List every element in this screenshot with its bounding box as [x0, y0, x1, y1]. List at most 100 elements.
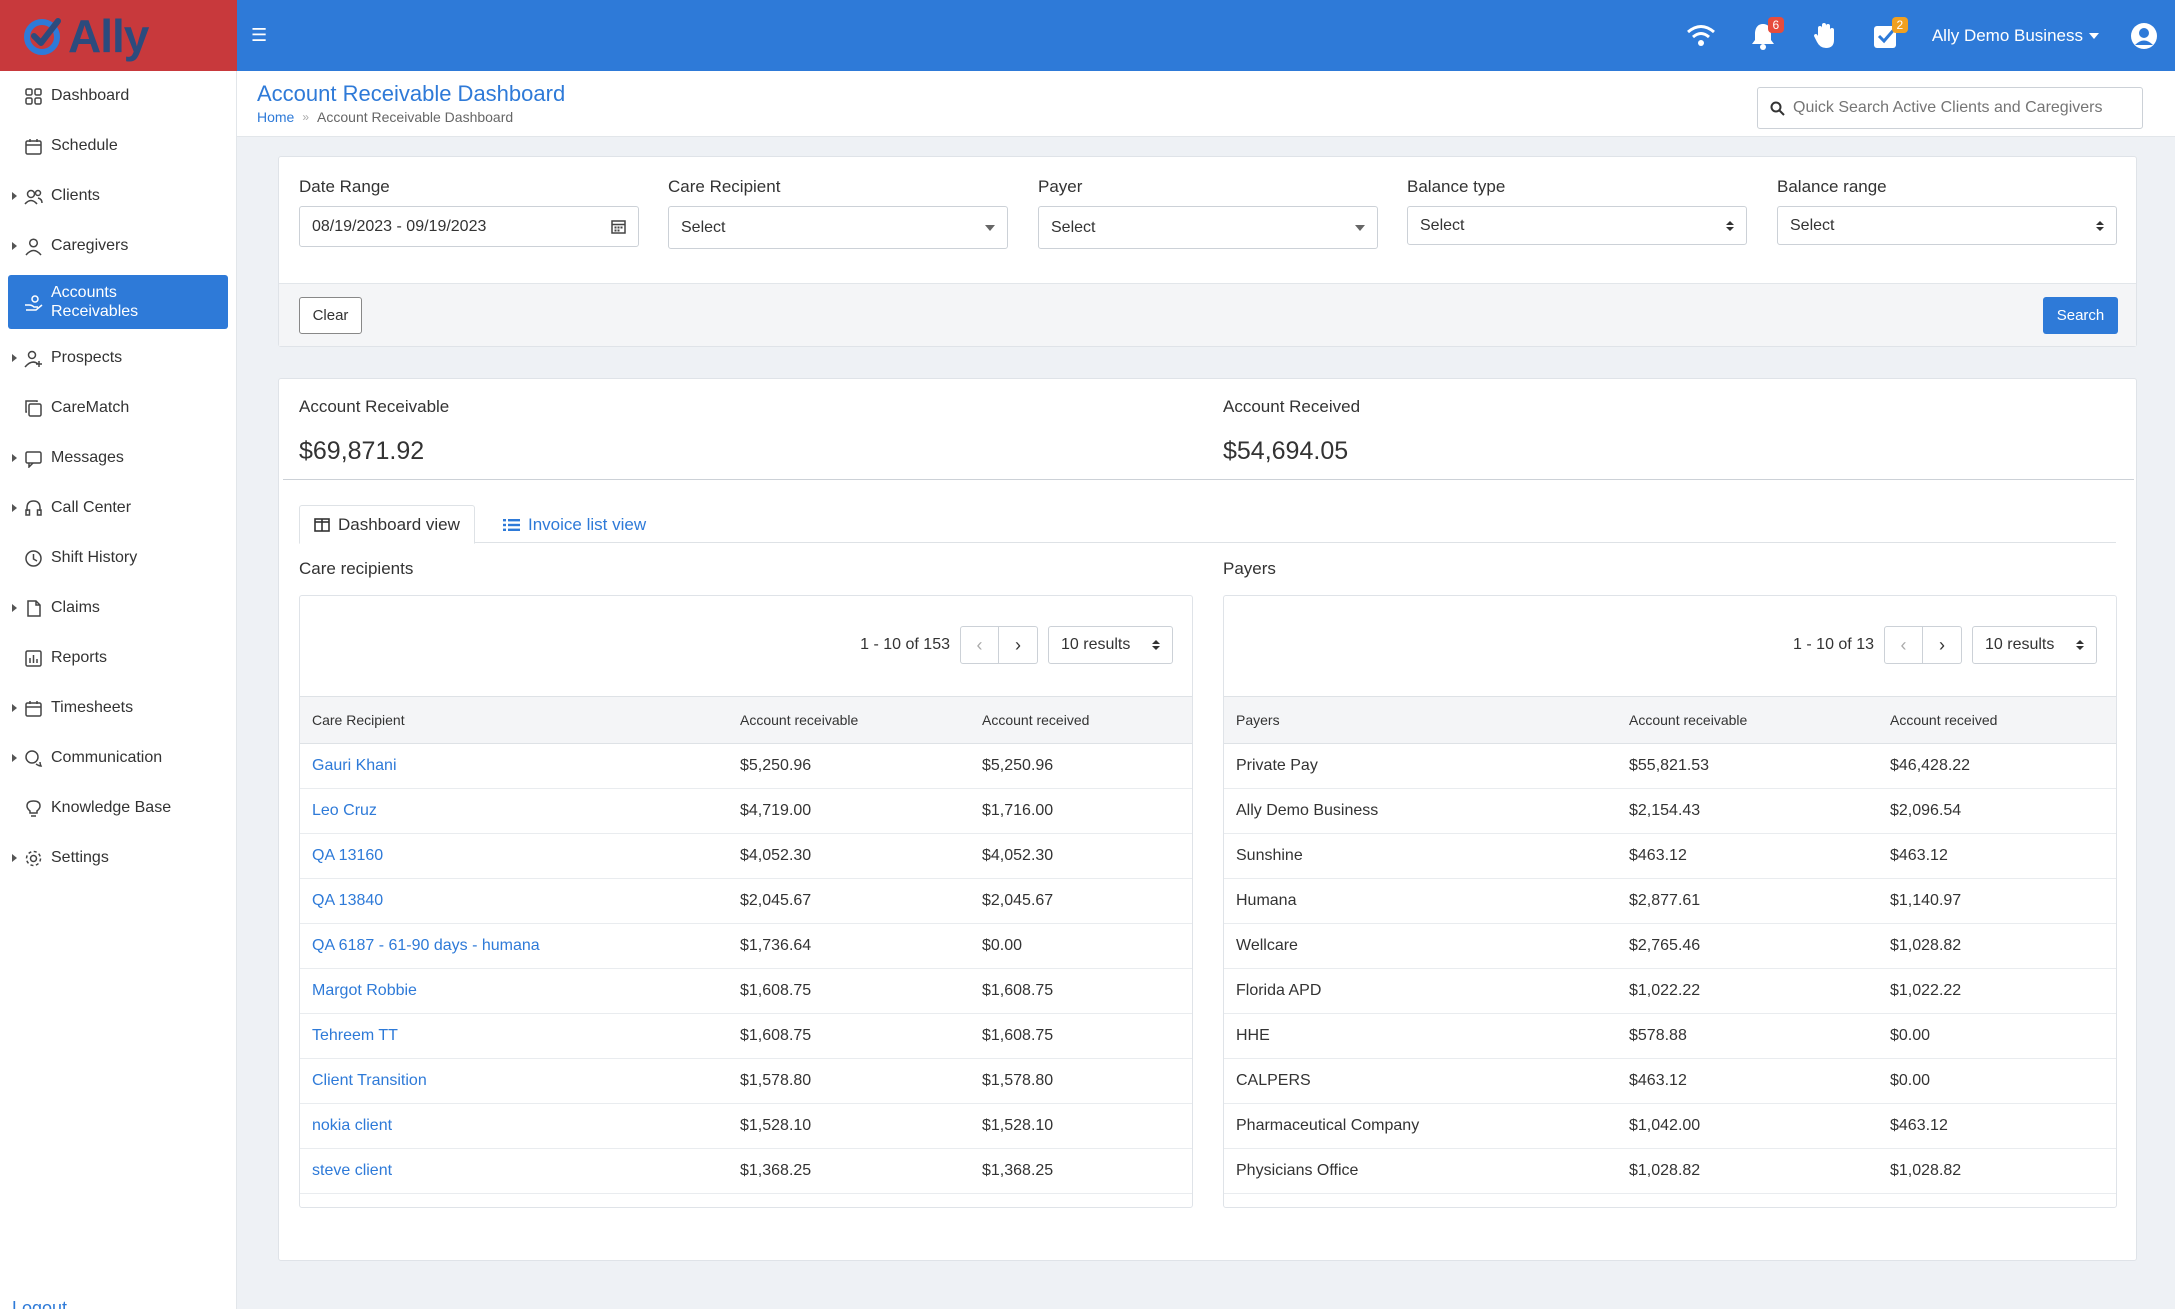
search-button[interactable]: Search	[2043, 297, 2118, 334]
care-recipient-link[interactable]: Client Transition	[300, 1058, 728, 1104]
sidebar-item-prospects[interactable]: Prospects	[0, 333, 236, 383]
payer-name: Physicians Office	[1224, 1148, 1617, 1194]
columns-icon	[314, 517, 330, 532]
caret-right-icon	[12, 604, 17, 612]
received-cell: $1,716.00	[970, 788, 1192, 834]
logout-link[interactable]: Logout	[12, 1298, 67, 1309]
sidebar-item-label: Shift History	[51, 549, 138, 566]
breadcrumb-home-link[interactable]: Home	[257, 109, 294, 125]
sidebar-item-label: Schedule	[51, 137, 118, 154]
sidebar-item-label: Knowledge Base	[51, 799, 172, 816]
table-row: nokia client $1,528.10 $1,528.10	[300, 1103, 1192, 1149]
table-row: Client Transition $1,578.80 $1,578.80	[300, 1058, 1192, 1104]
receivable-cell: $463.12	[1617, 833, 1878, 879]
chevron-down-icon	[2089, 32, 2099, 39]
receivable-cell: $1,528.10	[728, 1103, 970, 1149]
column-header: Account received	[1878, 696, 2116, 744]
sidebar-item-label: Call Center	[51, 499, 132, 516]
care-recipient-link[interactable]: nokia client	[300, 1103, 728, 1149]
calendar-icon[interactable]	[611, 219, 626, 234]
date-range-label: Date Range	[299, 177, 390, 196]
menu-toggle-icon[interactable]: ☰	[251, 25, 267, 46]
sidebar-item-reports[interactable]: Reports	[0, 633, 236, 683]
prev-page-button[interactable]: ‹	[1884, 626, 1923, 664]
date-range-input[interactable]: 08/19/2023 - 09/19/2023	[299, 206, 639, 247]
hand-icon[interactable]	[1808, 19, 1842, 53]
care-recipient-link[interactable]: QA 6187 - 61-90 days - humana	[300, 923, 728, 969]
payer-name: CALPERS	[1224, 1058, 1617, 1104]
quick-search-input[interactable]	[1793, 99, 2123, 117]
balance-range-select[interactable]: Select	[1777, 206, 2117, 245]
care-recipient-link[interactable]: Margot Robbie	[300, 968, 728, 1014]
sidebar-item-claims[interactable]: Claims	[0, 583, 236, 633]
care-recipients-title: Care recipients	[299, 559, 414, 578]
next-page-button[interactable]: ›	[1923, 626, 1962, 664]
sidebar-item-clients[interactable]: Clients	[0, 171, 236, 221]
tasks-check-icon[interactable]: 2	[1870, 16, 1908, 53]
column-header: Account receivable	[1617, 696, 1878, 744]
received-summary: Account Received $54,694.05	[1223, 397, 1360, 466]
received-cell: $1,528.10	[970, 1103, 1192, 1149]
balance-range-value: Select	[1790, 216, 1835, 234]
user-name: Ally Demo Business	[1931, 25, 2083, 45]
receivable-cell: $4,052.30	[728, 833, 970, 879]
payer-name: Sunshine	[1224, 833, 1617, 879]
clear-button[interactable]: Clear	[299, 297, 362, 334]
sidebar-item-messages[interactable]: Messages	[0, 433, 236, 483]
sidebar-item-label: Messages	[51, 449, 124, 466]
results-per-page-select[interactable]: 10 results	[1048, 626, 1173, 664]
table-row: Humana $2,877.61 $1,140.97	[1224, 878, 2116, 924]
user-menu[interactable]: Ally Demo Business	[1932, 26, 2099, 46]
sidebar-item-settings[interactable]: Settings	[0, 833, 236, 883]
results-per-page-select[interactable]: 10 results	[1972, 626, 2097, 664]
received-cell: $1,022.22	[1878, 968, 2116, 1014]
received-cell: $5,250.96	[970, 743, 1192, 789]
care-recipient-link[interactable]: Gauri Khani	[300, 743, 728, 789]
file-icon	[27, 599, 41, 617]
next-page-button[interactable]: ›	[999, 626, 1038, 664]
prev-page-button[interactable]: ‹	[960, 626, 999, 664]
care-recipient-link[interactable]: steve client	[300, 1148, 728, 1194]
received-cell: $1,028.82	[1878, 923, 2116, 969]
sidebar-item-label: Caregivers	[51, 237, 129, 254]
sidebar-item-carematch[interactable]: CareMatch	[0, 383, 236, 433]
notifications-bell-icon[interactable]: 6	[1746, 16, 1784, 53]
care-recipient-link[interactable]: QA 13840	[300, 878, 728, 924]
sidebar-item-accounts-receivables[interactable]: Accounts Receivables	[8, 275, 228, 329]
headset-icon	[25, 499, 42, 516]
sidebar-item-communication[interactable]: Communication	[0, 733, 236, 783]
column-header: Account received	[970, 696, 1192, 744]
received-cell: $0.00	[1878, 1058, 2116, 1104]
wifi-icon[interactable]	[1684, 19, 1718, 53]
care-recipient-link[interactable]: Tehreem TT	[300, 1013, 728, 1059]
sidebar-item-timesheets[interactable]: Timesheets	[0, 683, 236, 733]
tab-dashboard-view[interactable]: Dashboard view	[299, 505, 475, 544]
sidebar-item-label: Accounts Receivables	[51, 284, 139, 320]
sidebar-item-caregivers[interactable]: Caregivers	[0, 221, 236, 271]
top-navbar: ☰ 6 2 Ally Demo Business	[237, 0, 2175, 71]
table-row: Florida APD $1,022.22 $1,022.22	[1224, 968, 2116, 1014]
copy-icon	[25, 399, 42, 417]
received-cell: $463.12	[1878, 1103, 2116, 1149]
received-cell: $46,428.22	[1878, 743, 2116, 789]
care-recipient-select[interactable]: Select	[668, 206, 1008, 249]
sidebar-item-shift-history[interactable]: Shift History	[0, 533, 236, 583]
sidebar-item-knowledge-base[interactable]: Knowledge Base	[0, 783, 236, 833]
payers-pager: 1 - 10 of 13 ‹ › 10 results	[1793, 626, 2097, 664]
payer-select[interactable]: Select	[1038, 206, 1378, 249]
care-recipient-link[interactable]: QA 13160	[300, 833, 728, 879]
payer-name: Pharmaceutical Company	[1224, 1103, 1617, 1149]
balance-type-select[interactable]: Select	[1407, 206, 1747, 245]
sidebar-item-dashboard[interactable]: Dashboard	[0, 71, 236, 121]
search-icon	[1770, 101, 1785, 116]
date-range-value: 08/19/2023 - 09/19/2023	[312, 217, 487, 235]
sidebar-item-schedule[interactable]: Schedule	[0, 121, 236, 171]
tab-invoice-list-view-label: Invoice list view	[528, 514, 647, 534]
app-logo[interactable]: Ally	[0, 0, 237, 71]
sidebar-item-call-center[interactable]: Call Center	[0, 483, 236, 533]
care-recipient-link[interactable]: Leo Cruz	[300, 788, 728, 834]
user-avatar-icon[interactable]	[2127, 19, 2161, 53]
tab-invoice-list-view[interactable]: Invoice list view	[489, 505, 660, 544]
sidebar-item-label: Timesheets	[51, 699, 134, 716]
view-tabs: Dashboard view Invoice list view	[299, 505, 2116, 544]
